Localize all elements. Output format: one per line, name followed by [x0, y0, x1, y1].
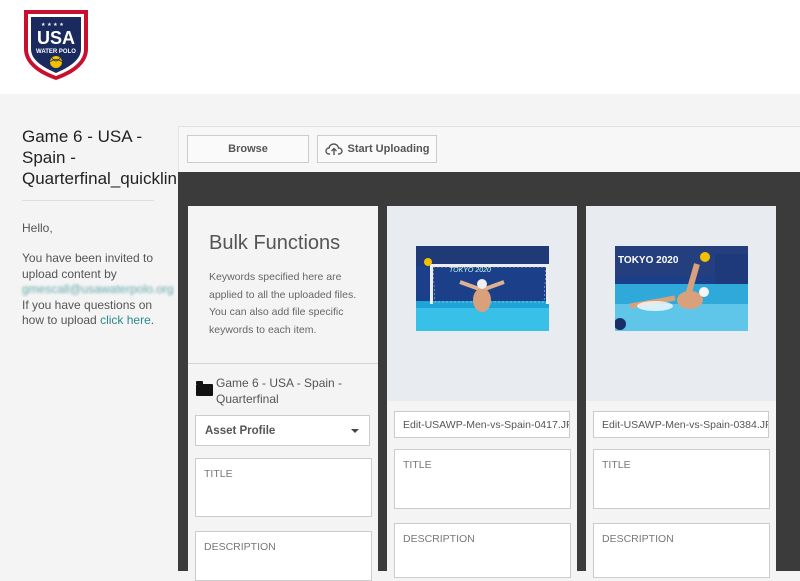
sidebar: Game 6 - USA - Spain - Quarterfinal_quic…	[0, 94, 185, 571]
file-title-field[interactable]: TITLE	[394, 449, 571, 509]
file-thumbnail[interactable]: TOKYO 2020	[416, 246, 549, 331]
thumbnail-caption: TOKYO 2020	[449, 267, 491, 274]
thumbnail-caption: TOKYO 2020	[618, 255, 679, 266]
logo-subtext: WATER POLO	[36, 49, 76, 55]
browse-button[interactable]: Browse	[187, 135, 309, 163]
file-description-field[interactable]: DESCRIPTION	[593, 523, 770, 578]
upload-toolbar: Browse Start Uploading	[178, 126, 800, 173]
asset-profile-select[interactable]: Asset Profile	[195, 415, 370, 446]
bulk-description: Keywords specified here are applied to a…	[209, 271, 357, 336]
filename-field[interactable]: Edit-USAWP-Men-vs-Spain-0417.JP	[394, 411, 570, 438]
bulk-description-field[interactable]: DESCRIPTION	[195, 531, 372, 581]
file-preview-area: TOKYO 2020	[586, 206, 776, 401]
start-uploading-label: Start Uploading	[347, 143, 430, 155]
help-link[interactable]: click here	[100, 313, 151, 327]
file-thumbnail[interactable]: TOKYO 2020	[615, 246, 748, 331]
folder-icon	[196, 381, 213, 396]
invite-message: You have been invited to upload content …	[22, 251, 174, 329]
file-card: TOKYO 2020 Edit-USAWP-Men-vs-Spain-0417.…	[387, 206, 577, 578]
help-period: .	[150, 313, 155, 327]
bulk-title-field[interactable]: TITLE	[195, 458, 372, 517]
bulk-title: Bulk Functions	[209, 232, 341, 254]
filename-field[interactable]: Edit-USAWP-Men-vs-Spain-0384.JP	[593, 411, 769, 438]
file-description-field[interactable]: DESCRIPTION	[394, 523, 571, 578]
caret-down-icon	[351, 429, 359, 433]
bulk-functions-panel: Bulk Functions Keywords specified here a…	[188, 206, 378, 581]
invite-text: You have been invited to upload content …	[22, 251, 153, 281]
bulk-divider	[188, 363, 378, 364]
usa-water-polo-logo: ★ ★ ★ ★ USA WATER POLO	[24, 10, 88, 80]
file-title-field[interactable]: TITLE	[593, 449, 770, 509]
inviter-email[interactable]: gmescall@usawaterpolo.org	[22, 282, 174, 296]
start-uploading-button[interactable]: Start Uploading	[317, 135, 437, 163]
folder-name: Game 6 - USA - Spain - Quarterfinal	[216, 376, 343, 406]
file-preview-area: TOKYO 2020	[387, 206, 577, 401]
asset-profile-label: Asset Profile	[205, 424, 276, 437]
page-header: ★ ★ ★ ★ USA WATER POLO	[0, 0, 800, 94]
sidebar-divider	[22, 200, 154, 201]
logo-text: USA	[37, 28, 75, 48]
greeting: Hello,	[22, 221, 53, 235]
cloud-upload-icon	[324, 143, 343, 155]
file-card: TOKYO 2020 Edit-USAWP-Men-vs-Spain-0384.…	[586, 206, 776, 578]
